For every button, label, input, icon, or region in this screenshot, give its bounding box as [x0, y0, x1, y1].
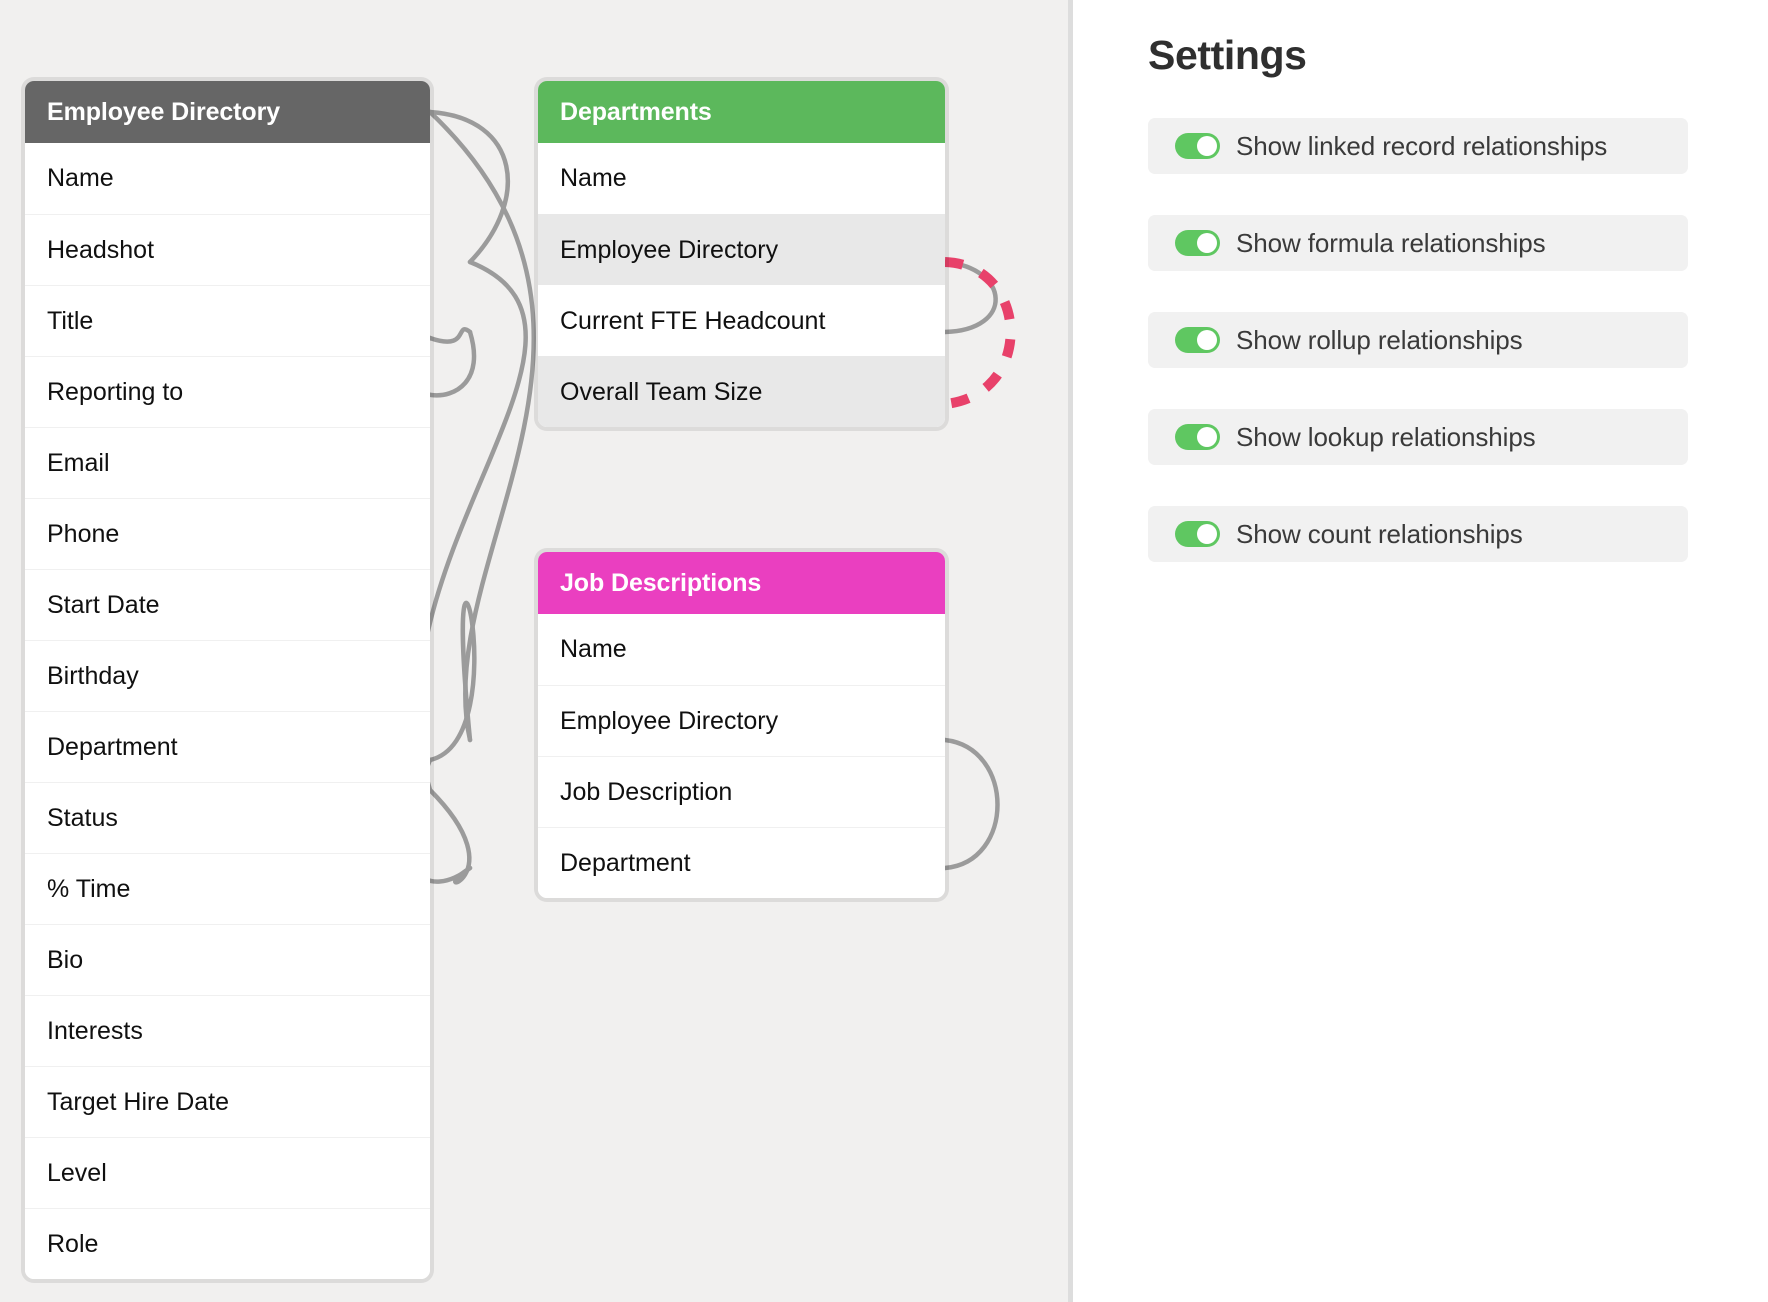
field-row[interactable]: Employee Directory [538, 685, 945, 756]
field-row[interactable]: Headshot [25, 214, 430, 285]
setting-row-lookup[interactable]: Show lookup relationships [1148, 409, 1688, 465]
setting-row-rollup[interactable]: Show rollup relationships [1148, 312, 1688, 368]
field-row[interactable]: Current FTE Headcount [538, 285, 945, 356]
connector-ed-to-departments-employee [427, 109, 511, 265]
toggle-knob-icon [1197, 427, 1217, 447]
field-row[interactable]: Email [25, 427, 430, 498]
toggle-switch-formula[interactable] [1175, 230, 1220, 256]
field-row[interactable]: Overall Team Size [538, 356, 945, 427]
field-list-departments: Name Employee Directory Current FTE Head… [538, 143, 945, 427]
field-list-employee-directory: Name Headshot Title Reporting to Email P… [25, 143, 430, 1279]
field-row[interactable]: Target Hire Date [25, 1066, 430, 1137]
setting-row-count[interactable]: Show count relationships [1148, 506, 1688, 562]
connector-ed-header-down-to-jd [427, 109, 537, 743]
setting-label-linked-record: Show linked record relationships [1236, 130, 1608, 161]
field-row[interactable]: Start Date [25, 569, 430, 640]
setting-label-formula: Show formula relationships [1236, 227, 1546, 258]
entity-table-job-descriptions[interactable]: Job Descriptions Name Employee Directory… [538, 552, 945, 898]
toggle-switch-lookup[interactable] [1175, 424, 1220, 450]
field-row[interactable]: Department [25, 711, 430, 782]
toggle-knob-icon [1197, 136, 1217, 156]
field-row[interactable]: Employee Directory [538, 214, 945, 285]
table-header-departments[interactable]: Departments [538, 81, 945, 143]
toggle-knob-icon [1197, 233, 1217, 253]
field-row[interactable]: Department [538, 827, 945, 898]
field-row[interactable]: Title [25, 285, 430, 356]
settings-options-list: Show linked record relationships Show fo… [1148, 118, 1688, 603]
field-row[interactable]: Name [538, 614, 945, 685]
settings-panel: Settings Show linked record relationship… [1078, 0, 1768, 1302]
setting-label-count: Show count relationships [1236, 518, 1523, 549]
field-row[interactable]: Name [25, 143, 430, 214]
field-list-job-descriptions: Name Employee Directory Job Description … [538, 614, 945, 898]
toggle-switch-rollup[interactable] [1175, 327, 1220, 353]
field-row[interactable]: Name [538, 143, 945, 214]
field-row[interactable]: Interests [25, 995, 430, 1066]
field-row[interactable]: Bio [25, 924, 430, 995]
settings-panel-title: Settings [1148, 32, 1307, 78]
field-row[interactable]: % Time [25, 853, 430, 924]
field-row[interactable]: Status [25, 782, 430, 853]
connector-ed-title-to-fte [427, 327, 473, 344]
setting-row-formula[interactable]: Show formula relationships [1148, 215, 1688, 271]
entity-table-employee-directory[interactable]: Employee Directory Name Headshot Title R… [25, 81, 430, 1279]
field-row[interactable]: Role [25, 1208, 430, 1279]
toggle-switch-linked-record[interactable] [1175, 133, 1220, 159]
field-row[interactable]: Reporting to [25, 356, 430, 427]
field-row[interactable]: Level [25, 1137, 430, 1208]
field-row[interactable]: Job Description [538, 756, 945, 827]
app-root: Employee Directory Name Headshot Title R… [0, 0, 1768, 1302]
setting-label-lookup: Show lookup relationships [1236, 421, 1536, 452]
toggle-switch-count[interactable] [1175, 521, 1220, 547]
table-header-job-descriptions[interactable]: Job Descriptions [538, 552, 945, 614]
field-row[interactable]: Birthday [25, 640, 430, 711]
connector-jobdesc-self-loop [942, 737, 1000, 871]
connector-ed-bottom-to-jd-department [427, 787, 473, 885]
table-header-employee-directory[interactable]: Employee Directory [25, 81, 430, 143]
entity-table-departments[interactable]: Departments Name Employee Directory Curr… [538, 81, 945, 427]
toggle-knob-icon [1197, 330, 1217, 350]
field-row[interactable]: Phone [25, 498, 430, 569]
setting-row-linked-record[interactable]: Show linked record relationships [1148, 118, 1688, 174]
toggle-knob-icon [1197, 524, 1217, 544]
setting-label-rollup: Show rollup relationships [1236, 324, 1523, 355]
relationship-graph-canvas[interactable]: Employee Directory Name Headshot Title R… [0, 0, 1073, 1302]
